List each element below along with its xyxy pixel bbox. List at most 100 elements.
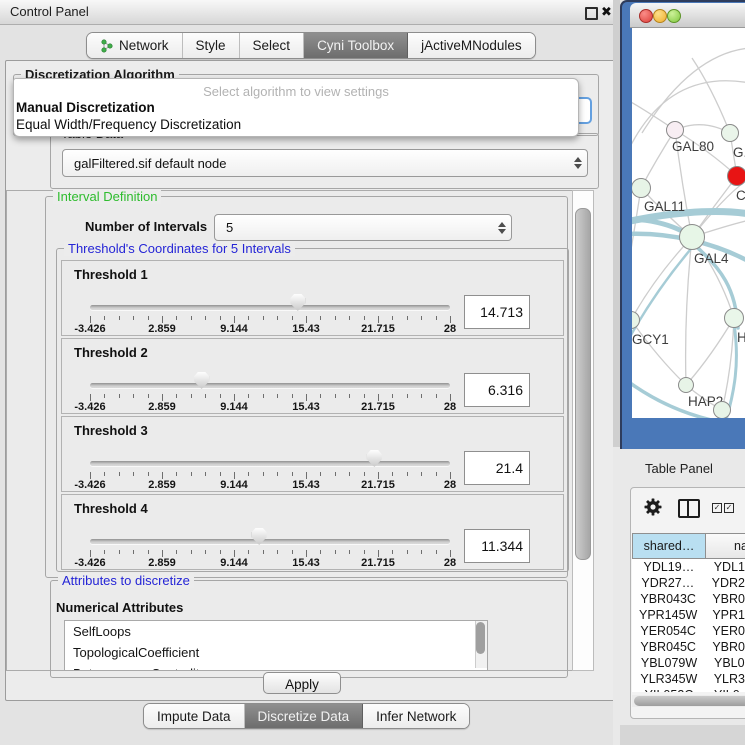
tab-impute-data[interactable]: Impute Data xyxy=(144,704,245,728)
slider-tick xyxy=(450,472,451,479)
attributes-scrollbar-thumb[interactable] xyxy=(476,622,485,654)
network-node[interactable] xyxy=(666,121,684,139)
slider-tick xyxy=(392,472,393,476)
slider-track[interactable] xyxy=(90,305,450,310)
slider-tick xyxy=(133,316,134,320)
table-row[interactable]: YDL19…YDL1 xyxy=(632,559,745,575)
tab-label: Discretize Data xyxy=(258,709,350,724)
table-data-combobox[interactable]: galFiltered.sif default node xyxy=(62,149,588,177)
slider-tick-label: 2.859 xyxy=(132,557,192,569)
network-edges xyxy=(632,28,745,418)
table-header-row: shared…na xyxy=(632,533,745,559)
slider-track[interactable] xyxy=(90,539,450,544)
settings-scrollbar-thumb[interactable] xyxy=(575,208,591,560)
checkbox-icon[interactable]: ✓ xyxy=(724,503,734,513)
slider-tick xyxy=(349,316,350,320)
slider-tick xyxy=(133,550,134,554)
slider-tick xyxy=(306,316,307,323)
dropdown-option[interactable]: Equal Width/Frequency Discretization xyxy=(14,116,578,133)
tab-cyni-toolbox[interactable]: Cyni Toolbox xyxy=(304,33,408,58)
close-traffic-light-icon[interactable] xyxy=(639,9,653,23)
threshold-label: Threshold 2 xyxy=(74,345,148,360)
slider-tick xyxy=(277,394,278,398)
gear-icon[interactable] xyxy=(643,497,663,517)
slider-tick xyxy=(90,550,91,557)
close-icon[interactable]: ✖ xyxy=(601,4,612,20)
network-canvas[interactable]: GAL80G.CGAL11GAL4GCY1HHAP2 xyxy=(632,28,745,418)
numerical-attribute-item[interactable]: SelfLoops xyxy=(65,621,487,642)
slider-track[interactable] xyxy=(90,461,450,466)
dropdown-option[interactable]: Manual Discretization xyxy=(14,99,578,116)
table-row[interactable]: YIL052CYIL0 xyxy=(632,687,745,692)
node-label: C xyxy=(736,188,745,203)
tab-discretize-data[interactable]: Discretize Data xyxy=(245,704,364,728)
slider-tick xyxy=(450,394,451,401)
network-node[interactable] xyxy=(721,124,739,142)
tab-select[interactable]: Select xyxy=(240,33,305,58)
table-row[interactable]: YER054CYER0 xyxy=(632,623,745,639)
float-window-icon[interactable] xyxy=(585,7,598,20)
slider-tick xyxy=(450,550,451,557)
slider-track[interactable] xyxy=(90,383,450,388)
tab-network[interactable]: Network xyxy=(87,33,183,58)
number-of-intervals-combobox[interactable]: 5 xyxy=(214,214,512,241)
network-node[interactable] xyxy=(632,178,651,198)
numerical-attribute-item[interactable]: BetweennessCentrality xyxy=(65,663,487,671)
network-node[interactable] xyxy=(713,401,731,418)
slider-tick xyxy=(364,472,365,476)
slider-tick-label: 9.144 xyxy=(204,401,264,413)
table-row[interactable]: YDR27…YDR2 xyxy=(632,575,745,591)
threshold-value-field[interactable]: 11.344 xyxy=(464,529,530,563)
network-node[interactable] xyxy=(724,308,744,328)
tab-label: Network xyxy=(119,38,169,53)
numerical-attribute-item[interactable]: TopologicalCoefficient xyxy=(65,642,487,663)
slider-tick xyxy=(191,316,192,320)
slider-tick-label: -3.426 xyxy=(60,557,120,569)
threshold-value-field[interactable]: 14.713 xyxy=(464,295,530,329)
slider-tick xyxy=(335,394,336,398)
table-row[interactable]: YPR145WYPR1 xyxy=(632,607,745,623)
tab-infer-network[interactable]: Infer Network xyxy=(363,704,469,728)
slider-tick xyxy=(90,394,91,401)
threshold-value-field[interactable]: 21.4 xyxy=(464,451,530,485)
network-node[interactable] xyxy=(727,166,745,186)
minimize-traffic-light-icon[interactable] xyxy=(653,9,667,23)
control-panel-title: Control Panel xyxy=(10,4,89,19)
tab-style[interactable]: Style xyxy=(183,33,240,58)
column-header[interactable]: shared… xyxy=(632,533,706,559)
table-hscrollbar-thumb[interactable] xyxy=(634,696,745,706)
slider-tick xyxy=(421,394,422,398)
slider-tick xyxy=(176,472,177,476)
checkbox-icon[interactable]: ✓ xyxy=(712,503,722,513)
table-row[interactable]: YBR045CYBR0 xyxy=(632,639,745,655)
slider-tick xyxy=(421,550,422,554)
node-label: GCY1 xyxy=(632,332,669,347)
column-header[interactable]: na xyxy=(706,533,745,559)
table-row[interactable]: YBL079WYBL0 xyxy=(632,655,745,671)
slider-tick xyxy=(205,394,206,398)
slider-tick xyxy=(104,316,105,320)
network-node[interactable] xyxy=(678,377,694,393)
slider-tick xyxy=(148,316,149,320)
table-row[interactable]: YLR345WYLR3 xyxy=(632,671,745,687)
thresholds-group-label: Threshold's Coordinates for 5 Intervals xyxy=(64,241,295,256)
threshold-value-field[interactable]: 6.316 xyxy=(464,373,530,407)
numerical-attributes-list: SelfLoopsTopologicalCoefficientBetweenne… xyxy=(64,620,488,671)
table-row[interactable]: YBR043CYBR0 xyxy=(632,591,745,607)
slider-tick xyxy=(407,550,408,554)
bottom-tab-bar: Impute Data Discretize Data Infer Network xyxy=(143,703,470,729)
slider-tick-label: 9.144 xyxy=(204,557,264,569)
apply-button[interactable]: Apply xyxy=(263,672,341,694)
slider-tick xyxy=(320,394,321,398)
slider-tick xyxy=(349,472,350,476)
table-panel-title: Table Panel xyxy=(645,461,713,476)
zoom-traffic-light-icon[interactable] xyxy=(667,9,681,23)
split-view-icon[interactable] xyxy=(678,499,700,518)
tab-jactivemnodules[interactable]: jActiveMNodules xyxy=(408,33,535,58)
slider-tick xyxy=(450,316,451,323)
network-node[interactable] xyxy=(679,224,705,250)
slider-tick xyxy=(248,394,249,398)
slider-tick xyxy=(248,550,249,554)
threshold-row: Threshold 1-3.4262.8599.14415.4321.71528… xyxy=(61,260,564,336)
algorithm-dropdown-popup: Select algorithm to view settings Manual… xyxy=(13,78,579,137)
